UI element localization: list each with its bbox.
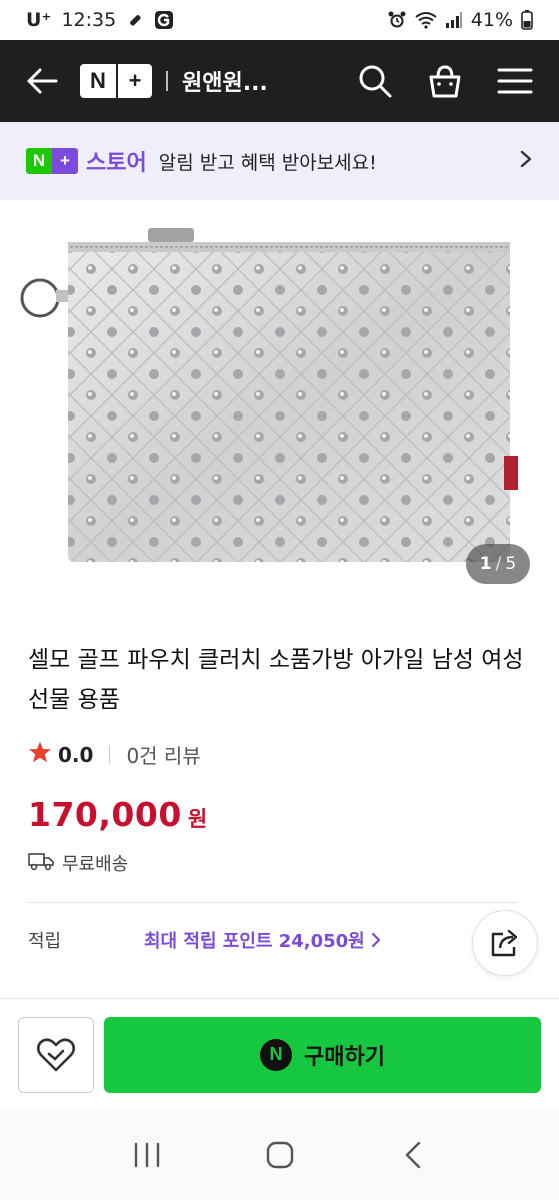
points-label: 적립 bbox=[28, 931, 62, 952]
nplus-logo-n: N bbox=[90, 68, 106, 93]
top-header: N + 원앤원... bbox=[0, 40, 559, 122]
purchase-bar: N 구매하기 bbox=[0, 998, 559, 1110]
g-app-icon bbox=[154, 10, 174, 30]
buy-now-button[interactable]: N 구매하기 bbox=[104, 1016, 541, 1093]
share-button[interactable] bbox=[472, 910, 538, 976]
rating-score: 0.0 bbox=[58, 742, 94, 767]
promo-store-label: 스토어 bbox=[86, 151, 147, 176]
recent-apps-button[interactable] bbox=[117, 1125, 177, 1185]
promo-logo-plus: + bbox=[52, 148, 78, 174]
header-divider bbox=[166, 71, 168, 91]
signal-icon bbox=[445, 11, 463, 29]
shopping-bag-icon bbox=[429, 65, 461, 98]
nplus-logo-plus: + bbox=[116, 64, 152, 98]
menu-button[interactable] bbox=[493, 59, 537, 103]
naver-pay-badge: N bbox=[260, 1038, 293, 1071]
search-button[interactable] bbox=[353, 59, 397, 103]
carrier-label: U⁺ bbox=[26, 9, 52, 31]
truck-icon bbox=[28, 851, 54, 876]
points-value: 최대 적립 포인트 24,050원 bbox=[144, 931, 365, 952]
home-icon bbox=[266, 1141, 293, 1169]
chevron-right-icon bbox=[519, 149, 533, 173]
buy-now-label: 구매하기 bbox=[304, 1044, 385, 1070]
image-counter-total: 5 bbox=[505, 554, 517, 574]
system-nav-bar bbox=[0, 1110, 559, 1200]
alarm-icon bbox=[387, 10, 407, 30]
rating-divider bbox=[109, 745, 111, 764]
nplus-logo[interactable]: N + bbox=[80, 64, 152, 98]
wishlist-button[interactable] bbox=[18, 1016, 94, 1093]
battery-percent: 41% bbox=[470, 9, 513, 31]
share-icon bbox=[491, 929, 518, 957]
notification-promo-banner[interactable]: N + 스토어 알림 받고 혜택 받아보세요! bbox=[0, 122, 559, 200]
promo-text: 알림 받고 혜택 받아보세요! bbox=[158, 151, 377, 174]
image-counter-separator: / bbox=[495, 554, 502, 574]
star-icon bbox=[28, 740, 52, 769]
price-unit: 원 bbox=[187, 807, 208, 831]
product-image-carousel[interactable]: 1 / 5 bbox=[0, 200, 559, 612]
system-back-button[interactable] bbox=[383, 1125, 443, 1185]
nplus-store-logo: N + bbox=[26, 148, 78, 174]
chevron-right-icon bbox=[371, 932, 380, 948]
price-amount: 170,000 bbox=[28, 795, 182, 834]
cart-button[interactable] bbox=[423, 59, 467, 103]
heart-icon bbox=[36, 1037, 76, 1071]
image-counter-current: 1 bbox=[479, 554, 492, 574]
section-divider bbox=[28, 902, 518, 903]
status-bar: U⁺ 12:35 41% bbox=[0, 0, 559, 40]
product-info: 셀모 골프 파우치 클러치 소품가방 아가일 남성 여성 선물 용품 0.0 0… bbox=[0, 612, 559, 953]
hamburger-menu-icon bbox=[497, 68, 533, 94]
points-link[interactable]: 최대 적립 포인트 24,050원 bbox=[144, 927, 381, 953]
image-counter: 1 / 5 bbox=[466, 544, 530, 584]
promo-logo-n: N bbox=[26, 148, 52, 174]
rating-row[interactable]: 0.0 0건 리뷰 bbox=[28, 740, 531, 769]
shipping-label: 무료배송 bbox=[62, 854, 129, 875]
points-row: 적립 최대 적립 포인트 24,050원 bbox=[28, 927, 531, 953]
shipping-info: 무료배송 bbox=[28, 850, 531, 876]
price: 170,000 원 bbox=[28, 795, 531, 834]
review-count[interactable]: 0건 리뷰 bbox=[126, 740, 200, 769]
battery-icon bbox=[521, 10, 533, 30]
clock: 12:35 bbox=[61, 9, 117, 31]
wifi-icon bbox=[415, 11, 437, 29]
recent-apps-icon bbox=[134, 1142, 159, 1168]
home-button[interactable] bbox=[250, 1125, 310, 1185]
arrow-left-icon bbox=[27, 68, 58, 94]
key-icon bbox=[126, 11, 144, 29]
store-name[interactable]: 원앤원... bbox=[182, 65, 268, 97]
chevron-left-icon bbox=[405, 1141, 420, 1169]
search-icon bbox=[359, 65, 392, 98]
product-title: 셀모 골프 파우치 클러치 소품가방 아가일 남성 여성 선물 용품 bbox=[28, 647, 524, 713]
back-button[interactable] bbox=[22, 61, 62, 101]
